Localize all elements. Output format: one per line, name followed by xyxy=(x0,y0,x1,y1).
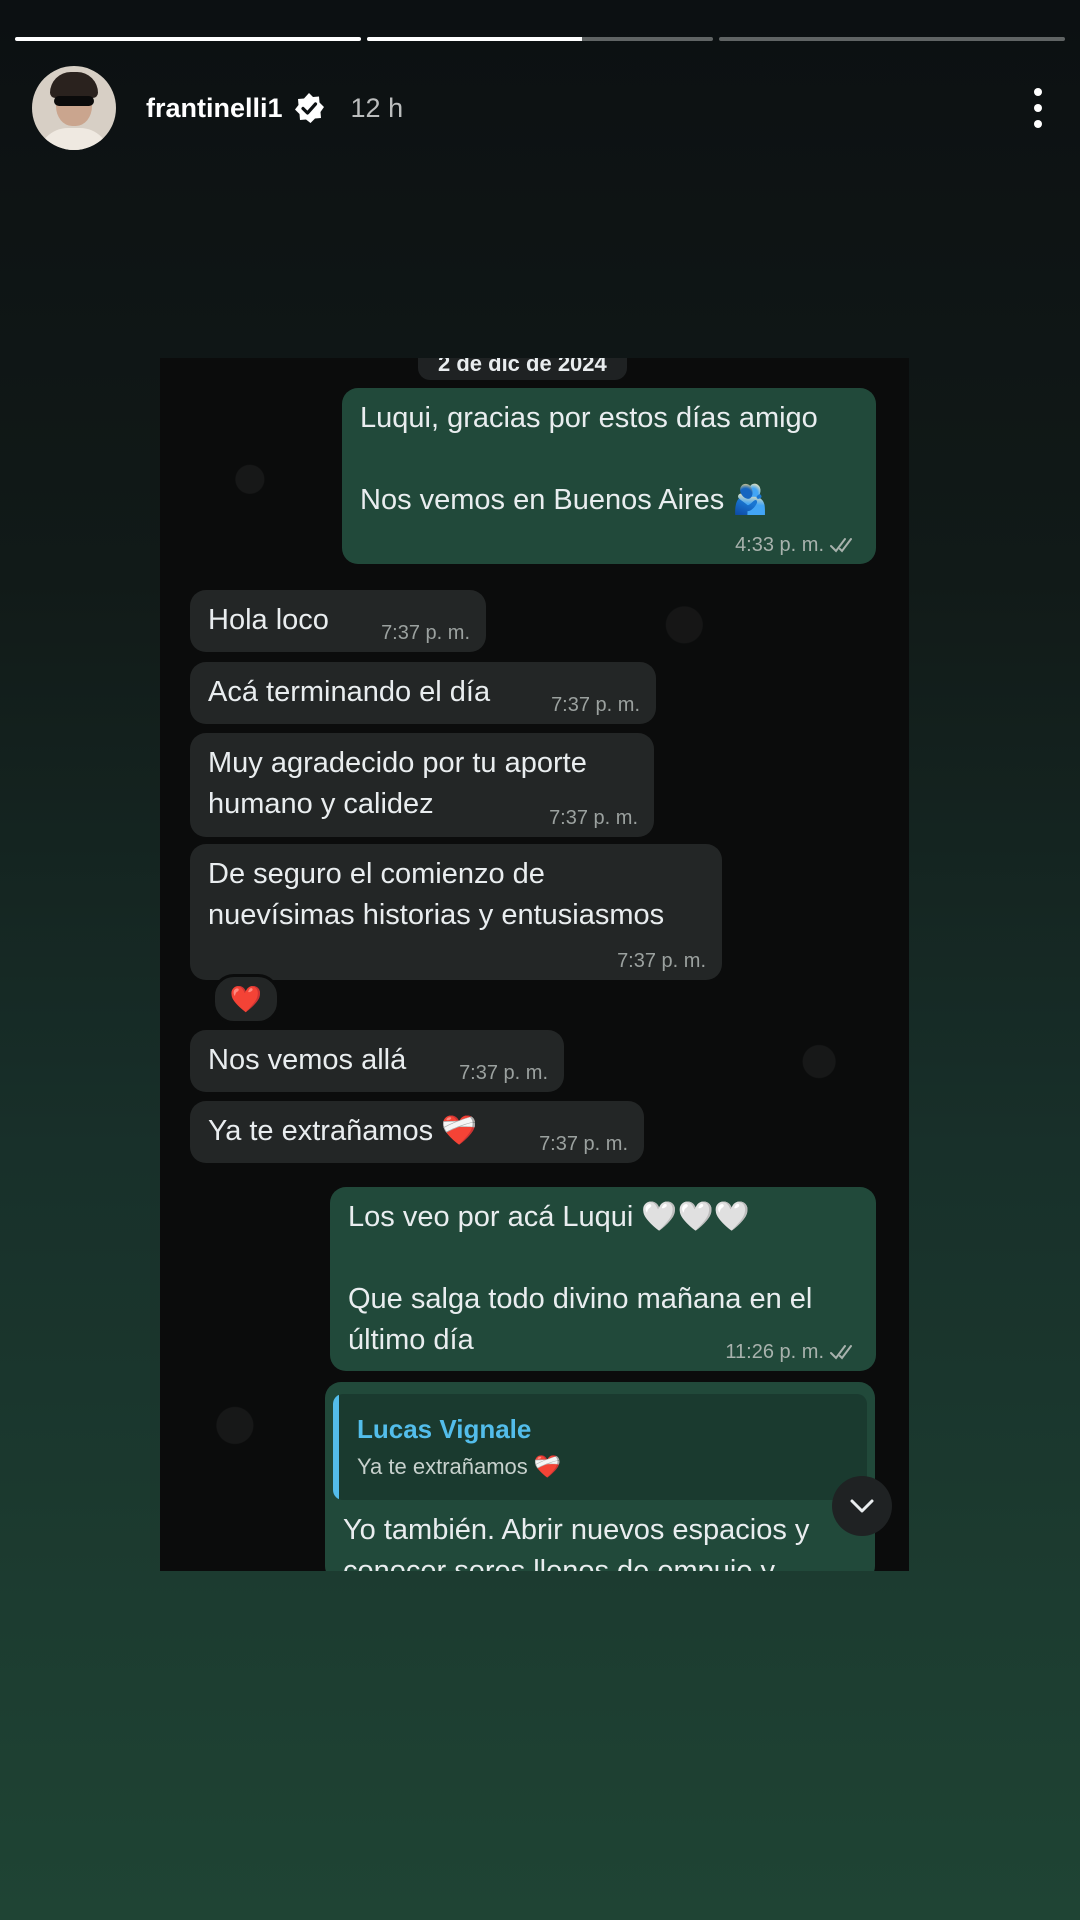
message-in: Muy agradecido por tu aporte humano y ca… xyxy=(190,733,654,837)
quoted-message[interactable]: Lucas Vignale Ya te extrañamos ❤️‍🩹 xyxy=(333,1394,867,1500)
message-text: Luqui, gracias por estos días amigo Nos … xyxy=(360,402,818,516)
message-text: De seguro el comienzo de nuevísimas hist… xyxy=(208,858,665,931)
message-text: Los veo por acá Luqui 🤍🤍🤍 Que salga todo… xyxy=(348,1201,813,1356)
message-in: Ya te extrañamos ❤️‍🩹 7:37 p. m. xyxy=(190,1101,644,1163)
chat-screenshot: 2 de dic de 2024 Luqui, gracias por esto… xyxy=(160,358,909,1571)
progress-segment-2 xyxy=(367,37,713,41)
message-out: Luqui, gracias por estos días amigo Nos … xyxy=(342,388,876,564)
more-options-icon[interactable] xyxy=(1028,86,1048,130)
message-in: Hola loco 7:37 p. m. xyxy=(190,590,486,652)
message-time: 7:37 p. m. xyxy=(617,950,706,972)
quoted-sender: Lucas Vignale xyxy=(357,1414,532,1444)
progress-segment-3 xyxy=(719,37,1065,41)
message-in: Nos vemos allá 7:37 p. m. xyxy=(190,1030,564,1092)
message-time: 7:37 p. m. xyxy=(551,694,640,716)
story-progress xyxy=(15,37,1065,41)
post-time: 12 h xyxy=(350,92,404,123)
message-out: Los veo por acá Luqui 🤍🤍🤍 Que salga todo… xyxy=(330,1187,876,1371)
reply-message: Lucas Vignale Ya te extrañamos ❤️‍🩹 Yo t… xyxy=(325,1382,875,1571)
date-chip: 2 de dic de 2024 xyxy=(418,358,627,380)
message-time: 7:37 p. m. xyxy=(381,622,470,644)
double-check-icon xyxy=(830,1345,852,1360)
chevron-down-icon[interactable] xyxy=(832,1476,892,1536)
story-header: frantinelli1 12 h xyxy=(32,66,1048,150)
message-time: 7:37 p. m. xyxy=(459,1062,548,1084)
message-time: 7:37 p. m. xyxy=(539,1133,628,1155)
reaction-heart[interactable]: ❤️ xyxy=(212,974,280,1024)
double-check-icon xyxy=(830,538,852,553)
message-time: 11:26 p. m. xyxy=(725,1341,824,1363)
quoted-text: Ya te extrañamos ❤️‍🩹 xyxy=(357,1454,562,1479)
verified-badge-icon xyxy=(293,92,325,124)
username[interactable]: frantinelli1 xyxy=(146,93,283,124)
message-in: Acá terminando el día 7:37 p. m. xyxy=(190,662,656,724)
avatar[interactable] xyxy=(32,66,116,150)
message-time: 7:37 p. m. xyxy=(549,807,638,829)
message-time: 4:33 p. m. xyxy=(735,534,824,556)
message-in: De seguro el comienzo de nuevísimas hist… xyxy=(190,844,722,980)
progress-segment-1 xyxy=(15,37,361,41)
reply-text: Yo también. Abrir nuevos espacios y cono… xyxy=(343,1514,810,1571)
